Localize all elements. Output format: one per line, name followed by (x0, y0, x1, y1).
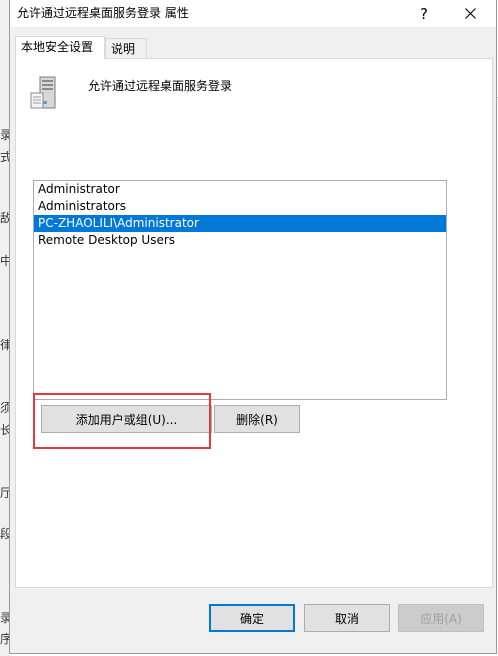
background-text: 厅 (0, 486, 9, 500)
background-text: 录 (0, 128, 9, 142)
tab-explain[interactable]: 说明 (105, 38, 147, 59)
cancel-button[interactable]: 取消 (304, 604, 390, 632)
list-item[interactable]: Administrator (34, 181, 446, 198)
list-item[interactable]: Remote Desktop Users (34, 232, 446, 249)
background-text: 中 (0, 254, 9, 268)
background-window-edge (0, 0, 9, 656)
add-user-or-group-button[interactable]: 添加用户或组(U)... (41, 405, 212, 433)
account-list[interactable]: Administrator Administrators PC-ZHAOLILI… (33, 180, 447, 400)
help-button[interactable]: ? (401, 0, 447, 27)
help-icon: ? (420, 4, 428, 23)
server-policy-icon (30, 76, 56, 109)
background-text: 敌 (0, 211, 9, 225)
background-text: 段 (0, 527, 9, 541)
remove-button[interactable]: 删除(R) (214, 405, 300, 433)
background-text: 律 (0, 338, 9, 352)
window-title: 允许通过远程桌面服务登录 属性 (17, 6, 189, 20)
background-text: 须 (0, 401, 9, 415)
background-text: 长 (0, 423, 9, 437)
background-text: 录 (0, 611, 9, 625)
title-bar: 允许通过远程桌面服务登录 属性 ? (10, 0, 496, 27)
tab-panel: 允许通过远程桌面服务登录 Administrator Administrator… (15, 58, 493, 588)
ok-button[interactable]: 确定 (209, 604, 295, 632)
list-item[interactable]: Administrators (34, 198, 446, 215)
policy-name: 允许通过远程桌面服务登录 (88, 79, 233, 93)
close-button[interactable] (447, 0, 493, 27)
list-item-selected[interactable]: PC-ZHAOLILI\Administrator (34, 215, 446, 232)
background-text: 式 (0, 150, 9, 164)
apply-button[interactable]: 应用(A) (398, 604, 484, 632)
background-text: 序 (0, 632, 9, 646)
close-icon (464, 8, 476, 19)
tab-local-security-setting[interactable]: 本地安全设置 (15, 36, 105, 59)
properties-dialog: 允许通过远程桌面服务登录 属性 ? 本地安全设置 说明 允许通过远程桌面服务登录 (9, 0, 497, 654)
